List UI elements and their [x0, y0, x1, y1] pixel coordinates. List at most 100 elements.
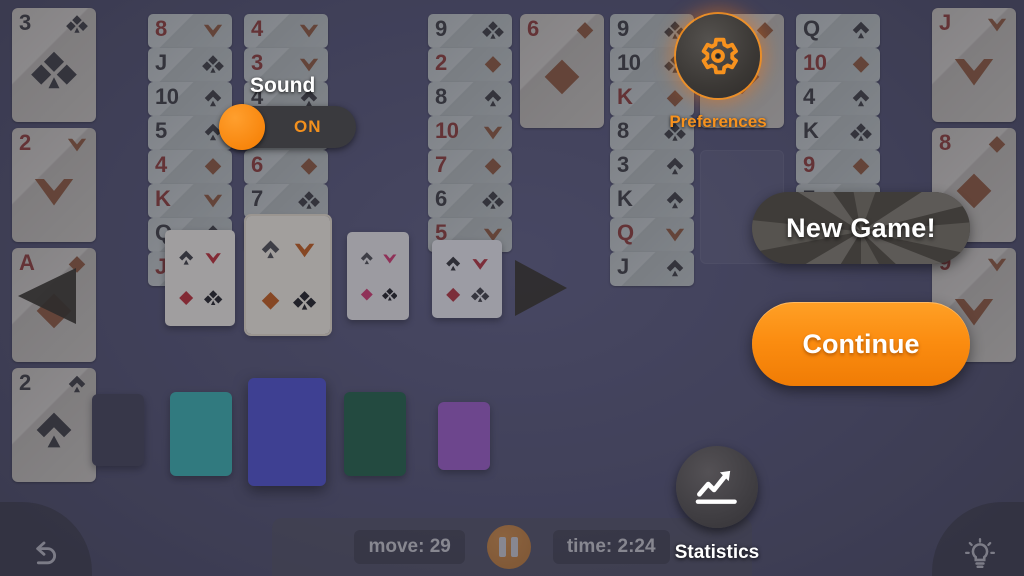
card-3-spade[interactable]: 3 — [610, 150, 694, 184]
card-4-spade[interactable]: 4 — [796, 82, 880, 116]
card-rank: 6 — [435, 186, 447, 211]
diamond-suit-icon — [852, 158, 870, 175]
card-rank: 10 — [803, 50, 827, 75]
card-style-option-light-gray[interactable] — [432, 240, 502, 318]
card-J-heart[interactable]: J — [932, 8, 1016, 122]
card-7-club[interactable]: 7 — [244, 184, 328, 218]
preferences-button[interactable] — [676, 14, 760, 98]
diamond-suit-icon — [179, 291, 194, 306]
card-K-club[interactable]: K — [796, 116, 880, 150]
card-8-spade[interactable]: 8 — [428, 82, 512, 116]
heart-suit-icon — [472, 259, 489, 270]
card-center-suit — [951, 49, 997, 91]
card-J-spade[interactable]: J — [610, 252, 694, 286]
hint-button[interactable]: hint — [932, 502, 1024, 576]
column-1[interactable]: 32A2 — [12, 8, 96, 488]
cursor-arrow-left — [18, 268, 76, 324]
card-rank: K — [617, 84, 633, 109]
card-2-diamond[interactable]: 2 — [428, 48, 512, 82]
theme-color-teal[interactable] — [170, 392, 232, 476]
undo-arrow-icon — [36, 541, 56, 565]
theme-color-blue[interactable] — [248, 378, 326, 486]
card-corner-suit — [202, 20, 224, 40]
card-rank: 9 — [435, 16, 447, 41]
card-7-diamond[interactable]: 7 — [428, 150, 512, 184]
card-4-heart[interactable]: 4 — [244, 14, 328, 48]
diamond-suit-icon — [484, 56, 502, 73]
card-Q-spade[interactable]: Q — [796, 14, 880, 48]
card-4-diamond[interactable]: 4 — [148, 150, 232, 184]
diamond-suit-icon — [988, 136, 1006, 153]
card-style-option-cream-bold[interactable] — [244, 214, 332, 336]
heart-suit-icon — [34, 178, 74, 206]
club-suit-icon — [202, 55, 224, 73]
cursor-arrow-center — [515, 260, 567, 316]
card-rank: 4 — [803, 84, 815, 109]
card-rank: 8 — [155, 16, 167, 41]
preferences-label: Preferences — [669, 112, 767, 131]
statistics-button[interactable] — [676, 446, 758, 528]
card-Q-heart[interactable]: Q — [610, 218, 694, 252]
continue-button[interactable]: Continue — [752, 302, 970, 386]
card-10-spade[interactable]: 10 — [148, 82, 232, 116]
card-corner-suit — [66, 374, 88, 394]
card-style-option-classic-white[interactable] — [165, 230, 235, 326]
sound-toggle[interactable]: ON — [219, 104, 356, 150]
spade-suit-icon — [666, 157, 684, 175]
card-corner-suit — [298, 156, 320, 176]
card-6-club[interactable]: 6 — [428, 184, 512, 218]
move-counter: move: 29 — [354, 530, 465, 564]
pause-icon-bar-left — [499, 537, 507, 557]
pause-button[interactable] — [486, 525, 531, 569]
heart-suit-icon — [382, 254, 397, 264]
card-K-spade[interactable]: K — [610, 184, 694, 218]
new-game-button[interactable]: New Game! — [752, 192, 970, 264]
undo-button[interactable]: undo — [0, 502, 92, 576]
heart-suit-icon — [987, 18, 1007, 32]
club-suit-icon — [482, 21, 504, 39]
column-5[interactable]: 6 — [520, 14, 604, 134]
card-K-diamond[interactable]: K — [610, 82, 694, 116]
card-corner-suit — [664, 258, 686, 278]
card-rank: K — [155, 186, 171, 211]
card-rank: J — [617, 254, 629, 279]
card-10-heart[interactable]: 10 — [428, 116, 512, 150]
card-10-diamond[interactable]: 10 — [796, 48, 880, 82]
card-2-spade[interactable]: 2 — [12, 368, 96, 482]
sound-toggle-knob[interactable] — [219, 104, 265, 150]
card-center-suit — [539, 55, 585, 97]
gear-icon — [701, 37, 738, 75]
card-corner-suit — [754, 20, 776, 40]
card-corner-suit — [986, 14, 1008, 34]
column-4[interactable]: 9 2 8 10 7 6 5 — [428, 14, 512, 252]
card-style-option-pink-modern[interactable] — [347, 232, 409, 320]
card-rank: K — [803, 118, 819, 143]
club-suit-icon — [381, 287, 398, 301]
card-2-heart[interactable]: 2 — [12, 128, 96, 242]
card-rank: 10 — [435, 118, 459, 143]
card-6-diamond[interactable]: 6 — [520, 14, 604, 128]
card-9-diamond[interactable]: 9 — [796, 150, 880, 184]
theme-color-purple[interactable] — [438, 402, 490, 470]
spade-suit-icon — [852, 21, 870, 39]
card-9-club[interactable]: 9 — [428, 14, 512, 48]
spade-suit-icon — [68, 375, 86, 393]
card-center-suit — [31, 169, 77, 211]
card-corner-suit — [850, 122, 872, 142]
card-6-diamond[interactable]: 6 — [244, 150, 328, 184]
card-rank: 2 — [435, 50, 447, 75]
card-8-heart[interactable]: 8 — [148, 14, 232, 48]
spade-suit-icon — [262, 240, 280, 259]
theme-color-charcoal[interactable] — [92, 394, 144, 466]
card-corner-suit — [986, 134, 1008, 154]
card-corner-suit — [482, 20, 504, 40]
card-J-club[interactable]: J — [148, 48, 232, 82]
card-K-heart[interactable]: K — [148, 184, 232, 218]
heart-suit-icon — [295, 243, 315, 258]
card-corner-suit — [664, 88, 686, 108]
card-3-club[interactable]: 3 — [12, 8, 96, 122]
theme-color-green[interactable] — [344, 392, 406, 476]
column-8[interactable]: Q104K97 — [796, 14, 880, 218]
club-suit-icon — [471, 287, 490, 302]
card-center-suit — [31, 409, 77, 451]
